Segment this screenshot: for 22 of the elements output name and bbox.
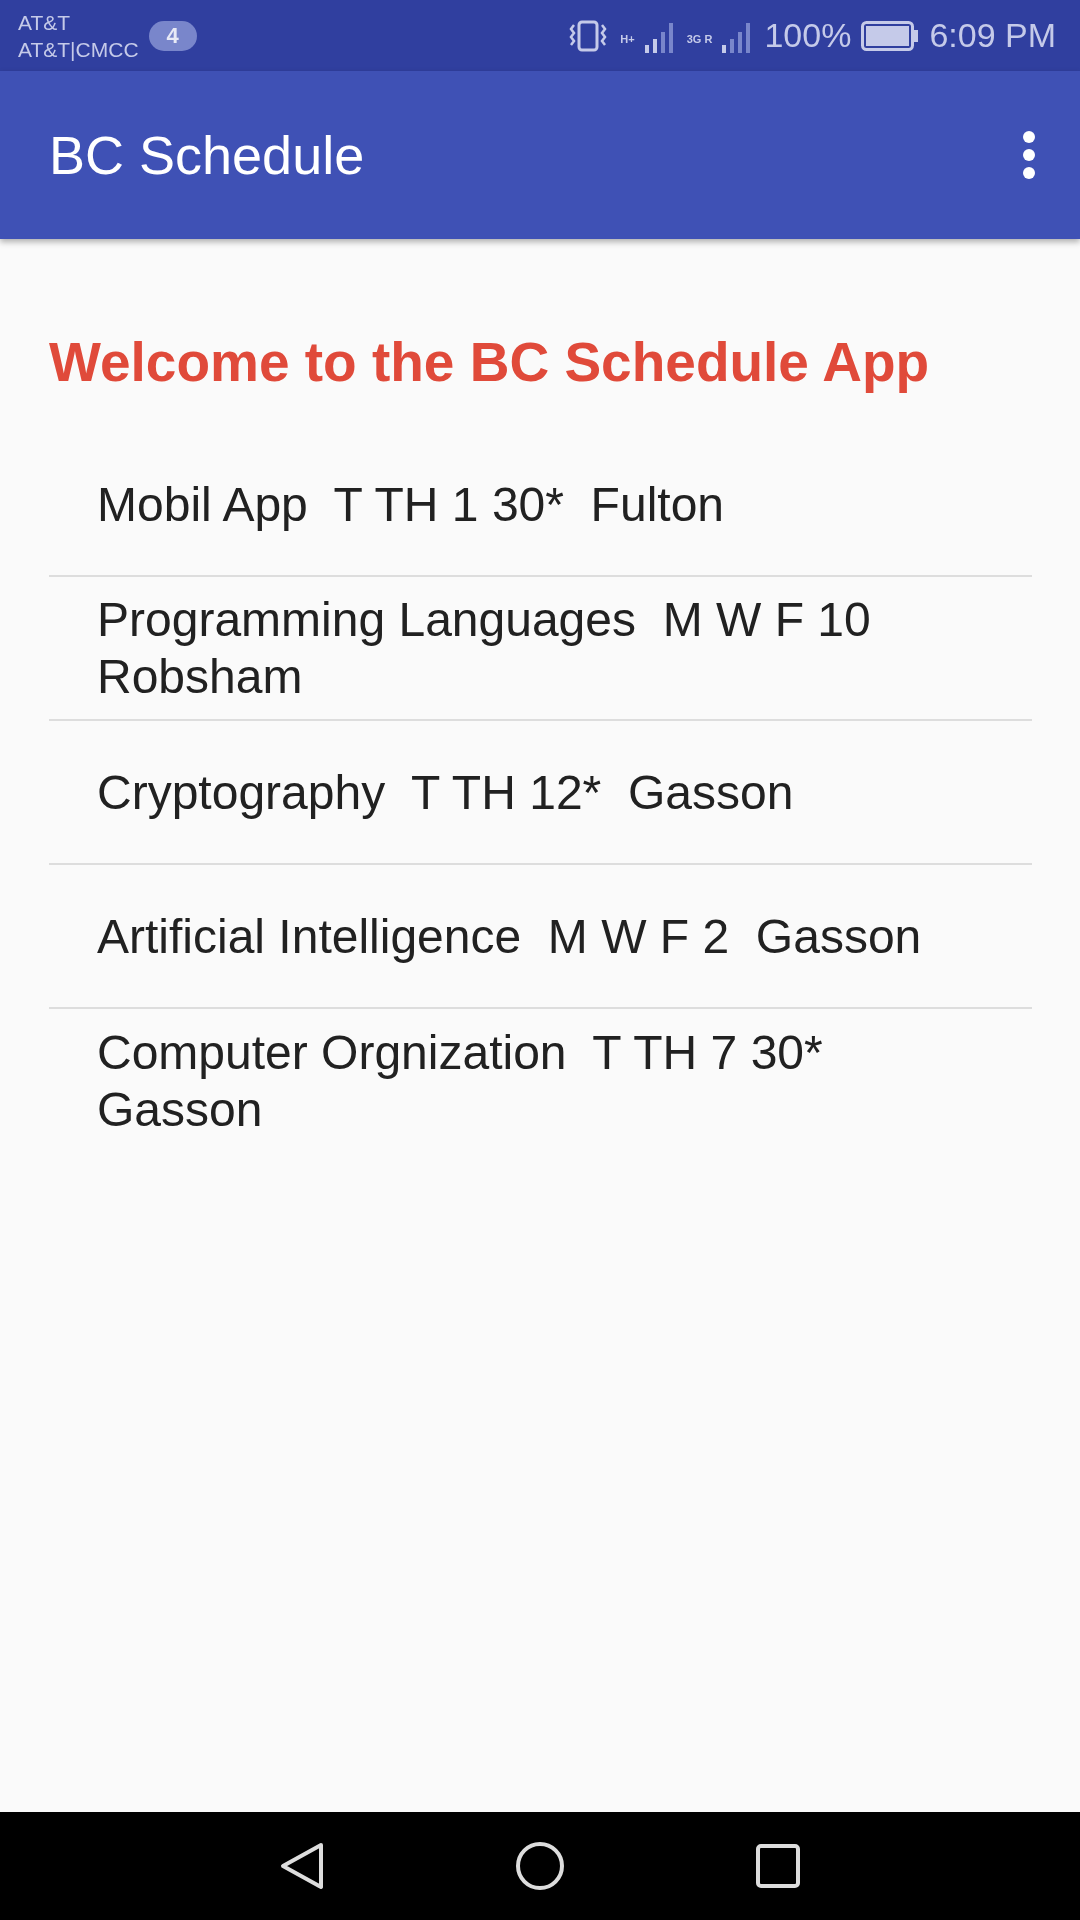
app-title: BC Schedule (49, 124, 366, 186)
battery-icon (861, 20, 920, 51)
course-item[interactable]: Computer Orgnization T TH 7 30* Gasson (97, 1024, 952, 1138)
back-button[interactable] (279, 1841, 325, 1891)
course-item[interactable]: Artificial Intelligence M W F 2 Gasson (97, 907, 922, 965)
back-icon (279, 1841, 325, 1891)
welcome-heading: Welcome to the BC Schedule App (49, 330, 931, 395)
course-item[interactable]: Mobil App T TH 1 30* Fulton (97, 475, 725, 533)
clock: 6:09 PM (929, 16, 1056, 55)
network-type: 3G R (686, 34, 713, 45)
recents-icon (755, 1843, 801, 1889)
home-button[interactable] (515, 1841, 565, 1891)
carrier-name: AT&T (18, 9, 72, 36)
carrier-name: AT&T|CMCC (18, 36, 139, 63)
notification-count: 4 (148, 20, 197, 51)
course-item[interactable]: Programming Languages M W F 10 Robsham (97, 591, 952, 705)
network-type: H+ (620, 34, 635, 45)
battery-percent: 100% (764, 16, 852, 55)
home-icon (515, 1841, 565, 1891)
recents-button[interactable] (755, 1843, 801, 1889)
more-options-icon (1022, 131, 1036, 179)
course-item[interactable]: Cryptography T TH 12* Gasson (97, 763, 794, 821)
